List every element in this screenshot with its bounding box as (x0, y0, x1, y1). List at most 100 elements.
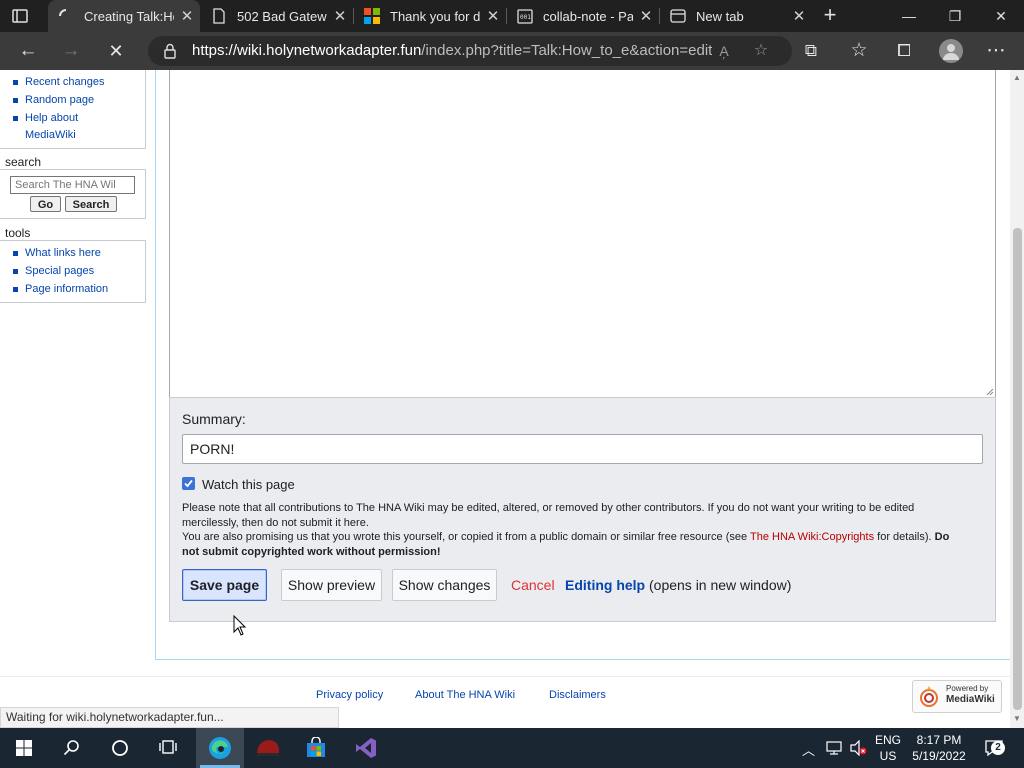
scrollbar-thumb[interactable] (1013, 228, 1022, 710)
action-center-button[interactable]: 2 (976, 728, 1020, 768)
footer-about-link[interactable]: About The HNA Wiki (415, 689, 515, 701)
microsoft-logo-icon (364, 8, 380, 24)
contribution-notice: Please note that all contributions to Th… (182, 501, 982, 559)
edit-textarea[interactable] (169, 70, 996, 398)
save-page-button[interactable]: Save page (182, 569, 267, 601)
page-icon (213, 8, 225, 24)
new-tab-plus-icon[interactable]: + (818, 4, 842, 28)
address-bar[interactable]: https://wiki.holynetworkadapter.fun/inde… (148, 36, 792, 66)
bullet-icon (13, 251, 18, 256)
taskbar-store[interactable] (292, 728, 340, 768)
sidebar-item-random-page[interactable]: Random page (25, 94, 94, 106)
collections-icon[interactable]: ⧠ (888, 35, 920, 67)
lock-icon[interactable] (162, 43, 178, 59)
go-button[interactable]: Go (30, 196, 61, 212)
loading-spinner-icon (59, 9, 67, 17)
url-text[interactable]: https://wiki.holynetworkadapter.fun/inde… (192, 36, 712, 66)
back-arrow-icon[interactable]: ← (12, 35, 44, 67)
status-bar: Waiting for wiki.holynetworkadapter.fun.… (0, 707, 339, 728)
show-preview-button[interactable]: Show preview (281, 569, 382, 601)
sidebar-item-recent-changes[interactable]: Recent changes (25, 76, 105, 88)
tab-502-bad-gateway[interactable]: 502 Bad Gatewa ✕ (201, 0, 353, 32)
tab-title: Creating Talk:Ho (84, 8, 174, 24)
close-tab-icon[interactable]: ✕ (633, 7, 659, 25)
binary-note-icon: 001 (517, 9, 533, 24)
watch-label[interactable]: Watch this page (202, 477, 295, 492)
taskbar-edge[interactable] (196, 728, 244, 768)
extensions-icon[interactable]: ⧉ (795, 35, 827, 67)
tools-item-special-pages[interactable]: Special pages (25, 265, 94, 277)
search-button[interactable]: Search (65, 196, 117, 212)
forward-arrow-icon[interactable]: → (55, 35, 87, 67)
tools-item-what-links-here[interactable]: What links here (25, 247, 101, 259)
bullet-icon (13, 287, 18, 292)
mediawiki-text: MediaWiki (946, 694, 995, 705)
sidebar-item-help-about[interactable]: Help about (25, 112, 78, 124)
search-button[interactable] (48, 728, 96, 768)
minimize-icon[interactable]: — (886, 0, 932, 32)
read-aloud-icon[interactable]: A᷊ (714, 41, 734, 61)
footer-disclaimers-link[interactable]: Disclaimers (549, 689, 606, 701)
favorites-icon[interactable]: ☆ (843, 35, 875, 67)
add-favorite-icon[interactable]: ☆ (750, 40, 772, 62)
cortana-button[interactable] (96, 728, 144, 768)
notice-line-2: mercilessly, then do not submit it here. (182, 516, 369, 529)
svg-text:001: 001 (520, 14, 531, 21)
close-tab-icon[interactable]: ✕ (480, 7, 506, 25)
editing-help-link[interactable]: Editing help (565, 577, 645, 593)
close-tab-icon[interactable]: ✕ (786, 7, 812, 25)
tab-title: 502 Bad Gatewa (237, 8, 327, 24)
footer-privacy-link[interactable]: Privacy policy (316, 689, 383, 701)
search-input[interactable] (10, 176, 135, 194)
copyrights-link[interactable]: The HNA Wiki:Copyrights (750, 531, 874, 543)
sidebar-item-mediawiki[interactable]: MediaWiki (25, 129, 76, 141)
notification-count-badge: 2 (991, 741, 1005, 755)
scroll-up-arrow-icon[interactable]: ▲ (1012, 73, 1022, 83)
resize-handle-icon[interactable] (985, 387, 994, 396)
editing-help-suffix: (opens in new window) (649, 577, 792, 593)
checkmark-icon (184, 479, 193, 488)
visual-studio-icon (356, 738, 376, 758)
tab-thank-you[interactable]: Thank you for d ✕ (354, 0, 506, 32)
region-code: US (879, 749, 897, 763)
cancel-link[interactable]: Cancel (511, 577, 555, 593)
close-tab-icon[interactable]: ✕ (327, 7, 353, 25)
microsoft-store-icon (307, 737, 325, 757)
watch-checkbox[interactable] (182, 477, 195, 490)
tab-collab-note[interactable]: 001 collab-note - Pa ✕ (507, 0, 659, 32)
taskbar-visual-studio[interactable] (342, 728, 390, 768)
scroll-down-arrow-icon[interactable]: ▼ (1012, 714, 1022, 724)
language-indicator[interactable]: ENG US (872, 733, 904, 763)
tools-item-page-information[interactable]: Page information (25, 283, 108, 295)
tab-actions-icon[interactable] (10, 6, 38, 26)
volume-muted-icon[interactable] (850, 740, 868, 756)
close-window-icon[interactable]: ✕ (978, 0, 1024, 32)
notice-bold: Do (934, 531, 950, 543)
profile-avatar-icon[interactable] (939, 39, 963, 63)
summary-input[interactable] (182, 434, 983, 464)
clock[interactable]: 8:17 PM 5/19/2022 (908, 733, 970, 763)
restore-icon[interactable]: ❐ (932, 0, 978, 32)
tab-new-tab[interactable]: New tab ✕ (660, 0, 812, 32)
bullet-icon (13, 80, 18, 85)
network-icon[interactable] (826, 741, 844, 755)
cortana-circle-icon (112, 740, 128, 756)
show-changes-button[interactable]: Show changes (392, 569, 497, 601)
notice-line-3: You are also promising us that you wrote… (182, 530, 982, 545)
clock-time: 8:17 PM (916, 733, 962, 747)
close-tab-icon[interactable]: ✕ (174, 7, 200, 25)
windows-taskbar: ︿ ENG US 8:17 PM 5/19/2022 2 (0, 728, 1024, 768)
stop-loading-icon[interactable]: ✕ (100, 35, 132, 67)
notice-text: You are also promising us that you wrote… (182, 531, 750, 543)
show-hidden-icons-chevron-icon[interactable]: ︿ (802, 740, 815, 759)
settings-more-icon[interactable]: ⋯ (980, 35, 1012, 67)
tab-creating-talk[interactable]: Creating Talk:Ho ✕ (48, 0, 200, 32)
browser-toolbar: ← → ✕ https://wiki.holynetworkadapter.fu… (0, 32, 1024, 70)
search-icon (63, 740, 79, 756)
taskbar-app-red[interactable] (244, 728, 292, 768)
powered-by-mediawiki-badge[interactable]: Powered by MediaWiki (912, 680, 1002, 713)
task-view-button[interactable] (144, 728, 192, 768)
url-path: /index.php?title=Talk:How_to_e&action=ed… (421, 42, 712, 59)
start-button[interactable] (0, 728, 48, 768)
notice-bold-warning: not submit copyrighted work without perm… (182, 545, 441, 558)
